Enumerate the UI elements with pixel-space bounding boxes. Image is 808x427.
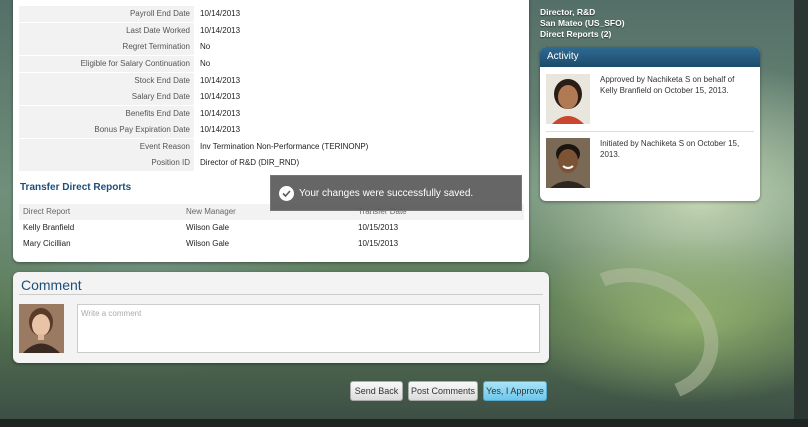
- column-header-direct-report: Direct Report: [23, 207, 71, 216]
- approve-button[interactable]: Yes, I Approve: [483, 381, 547, 401]
- activity-title: Activity: [540, 47, 760, 67]
- comment-title: Comment: [21, 277, 82, 293]
- detail-label: Salary End Date: [19, 89, 194, 105]
- new-manager-cell: Wilson Gale: [186, 223, 230, 232]
- window-scrollbar-edge: [794, 0, 808, 427]
- detail-label: Bonus Pay Expiration Date: [19, 122, 194, 138]
- activity-item: Initiated by Nachiketa S on October 15, …: [546, 138, 754, 190]
- toast-message: Your changes were successfully saved.: [299, 188, 474, 199]
- checkmark-circle-icon: [279, 186, 294, 201]
- detail-label: Stock End Date: [19, 73, 194, 89]
- detail-label: Eligible for Salary Continuation: [19, 56, 194, 72]
- new-manager-cell: Wilson Gale: [186, 239, 230, 248]
- direct-report-cell: Kelly Branfield: [23, 223, 75, 232]
- transfer-date-cell: 10/15/2013: [358, 239, 399, 248]
- employee-location: San Mateo (US_SFO): [540, 18, 625, 28]
- detail-label: Position ID: [19, 155, 194, 171]
- direct-report-cell: Mary Cicillian: [23, 239, 71, 248]
- table-row: Kelly Branfield Wilson Gale 10/15/2013: [19, 220, 524, 236]
- activity-item-text: Approved by Nachiketa S on behalf of Kel…: [600, 75, 735, 95]
- detail-label: Event Reason: [19, 139, 194, 155]
- avatar: [546, 138, 590, 188]
- activity-card: Activity Approved by Nachiketa S on beha…: [540, 47, 760, 201]
- avatar: [19, 304, 64, 353]
- success-toast: Your changes were successfully saved.: [270, 175, 522, 211]
- window-bottom-edge: [0, 419, 808, 427]
- avatar: [546, 74, 590, 124]
- detail-value: 10/14/2013: [200, 92, 241, 101]
- detail-value: 10/14/2013: [200, 125, 241, 134]
- divider: [19, 294, 543, 295]
- detail-value: 10/14/2013: [200, 9, 241, 18]
- detail-label: Benefits End Date: [19, 106, 194, 122]
- activity-item: Approved by Nachiketa S on behalf of Kel…: [546, 74, 754, 126]
- detail-value: No: [200, 59, 211, 68]
- post-comments-button[interactable]: Post Comments: [408, 381, 478, 401]
- divider: [546, 131, 754, 132]
- detail-row-salary-continuation: Eligible for Salary Continuation No: [19, 56, 524, 72]
- detail-row-benefits-end-date: Benefits End Date 10/14/2013: [19, 106, 524, 122]
- detail-label: Regret Termination: [19, 39, 194, 55]
- detail-value: 10/14/2013: [200, 76, 241, 85]
- detail-label: Last Date Worked: [19, 23, 194, 39]
- transfer-direct-reports-title: Transfer Direct Reports: [20, 182, 132, 193]
- detail-row-last-date-worked: Last Date Worked 10/14/2013: [19, 23, 524, 39]
- detail-value: Inv Termination Non-Performance (TERINON…: [200, 142, 369, 151]
- detail-row-payroll-end-date: Payroll End Date 10/14/2013: [19, 6, 524, 22]
- transfer-date-cell: 10/15/2013: [358, 223, 399, 232]
- detail-value: Director of R&D (DIR_RND): [200, 158, 300, 167]
- detail-row-event-reason: Event Reason Inv Termination Non-Perform…: [19, 139, 524, 155]
- termination-details-card: Payroll End Date 10/14/2013 Last Date Wo…: [13, 0, 529, 262]
- detail-row-salary-end-date: Salary End Date 10/14/2013: [19, 89, 524, 105]
- table-row: Mary Cicillian Wilson Gale 10/15/2013: [19, 236, 524, 252]
- direct-reports-link[interactable]: Direct Reports (2): [540, 29, 625, 40]
- detail-row-stock-end-date: Stock End Date 10/14/2013: [19, 73, 524, 89]
- employee-info: Director, R&D San Mateo (US_SFO) Direct …: [540, 7, 625, 40]
- detail-row-regret-termination: Regret Termination No: [19, 39, 524, 55]
- detail-row-bonus-pay-expiration: Bonus Pay Expiration Date 10/14/2013: [19, 122, 524, 138]
- detail-value: 10/14/2013: [200, 109, 241, 118]
- comment-card: Comment: [13, 272, 549, 363]
- send-back-button[interactable]: Send Back: [350, 381, 403, 401]
- detail-row-position-id: Position ID Director of R&D (DIR_RND): [19, 155, 524, 171]
- comment-input[interactable]: [77, 304, 540, 353]
- activity-item-text: Initiated by Nachiketa S on October 15, …: [600, 139, 740, 159]
- column-header-new-manager: New Manager: [186, 207, 236, 216]
- employee-title: Director, R&D: [540, 7, 596, 17]
- detail-label: Payroll End Date: [19, 6, 194, 22]
- detail-value: No: [200, 42, 211, 51]
- detail-value: 10/14/2013: [200, 26, 241, 35]
